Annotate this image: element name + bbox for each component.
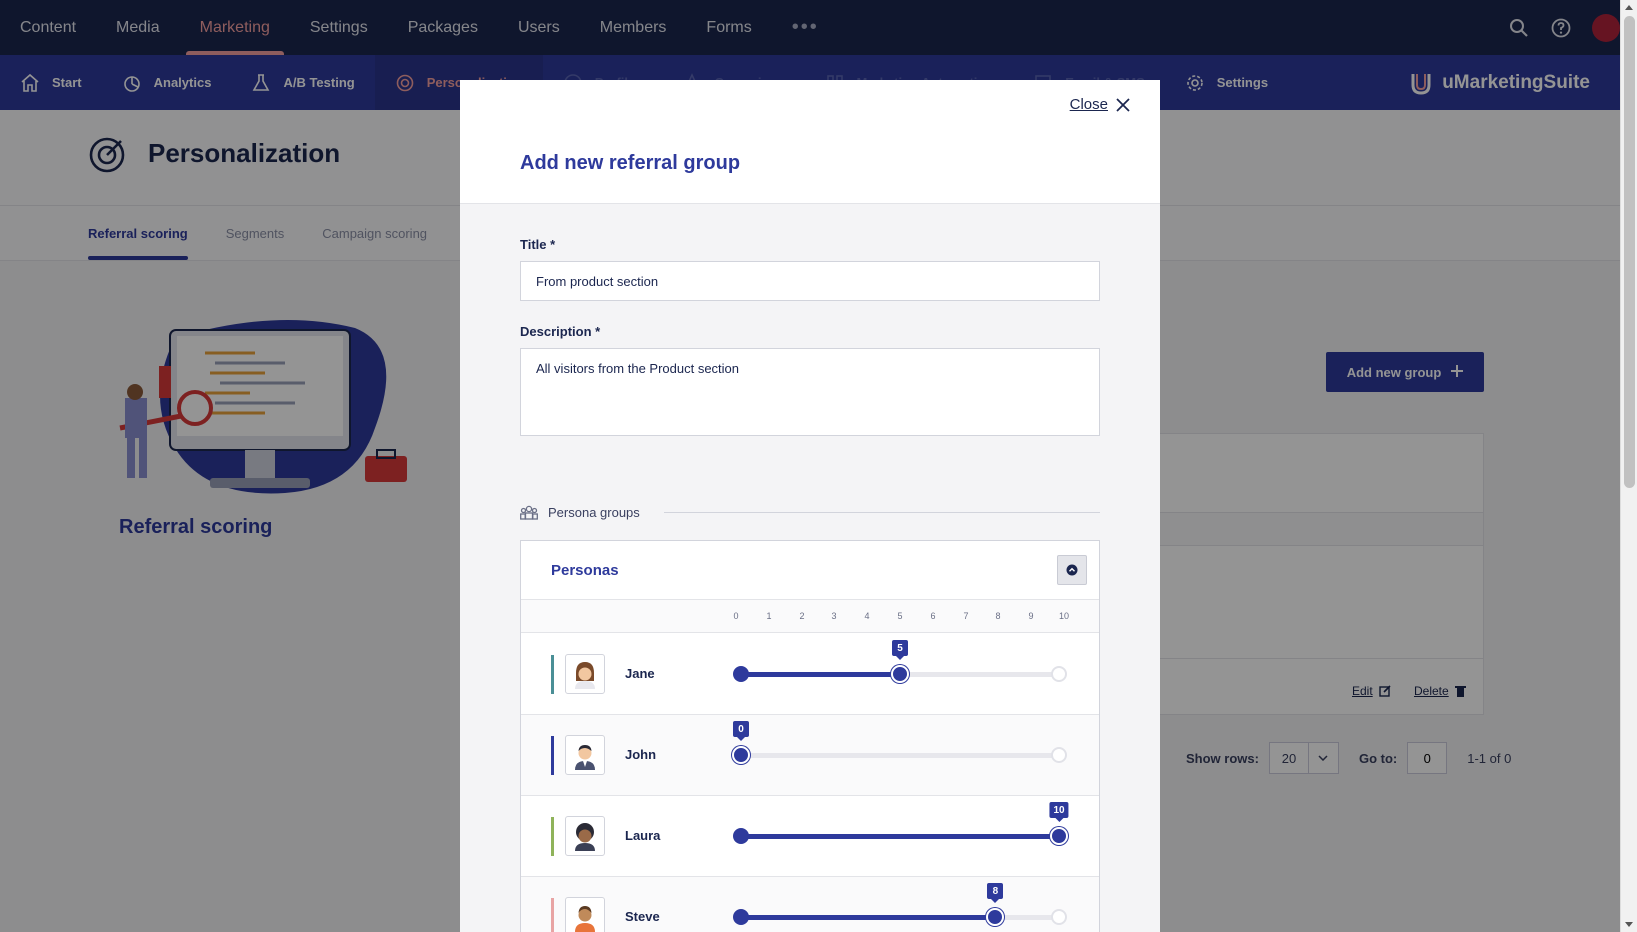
close-button[interactable]: Close: [1070, 96, 1130, 113]
slider-handle[interactable]: [732, 746, 750, 764]
persona-groups-label: Persona groups: [548, 504, 640, 520]
slider-end-dot: [1051, 909, 1067, 925]
persona-row-jane: Jane 5: [521, 634, 1099, 715]
divider: [663, 511, 1100, 513]
female-avatar-icon: [565, 816, 605, 856]
persona-color-bar: [551, 898, 554, 932]
modal-title: Add new referral group: [520, 152, 741, 174]
slider-handle[interactable]: [986, 908, 1005, 926]
slider-end-dot: [1051, 666, 1067, 682]
title-field[interactable]: [520, 261, 1100, 301]
slider-track: [741, 753, 1059, 758]
slider-value-tooltip: 10: [1049, 802, 1069, 822]
scale-tick-9: 9: [1028, 611, 1034, 621]
chevron-up-icon: [1066, 564, 1078, 576]
scale-tick-8: 8: [995, 611, 1001, 621]
persona-row-laura: Laura 10: [521, 796, 1099, 877]
people-group-icon: [520, 505, 538, 520]
scale-tick-0: 0: [733, 611, 739, 621]
persona-name: John: [625, 747, 657, 762]
persona-score-slider[interactable]: 5: [733, 640, 1067, 684]
description-field-label: Description *: [520, 324, 601, 339]
scale-tick-2: 2: [799, 611, 805, 621]
persona-row-steve: Steve 8: [521, 877, 1099, 932]
scale-tick-10: 10: [1058, 611, 1070, 621]
persona-color-bar: [551, 736, 554, 775]
close-label: Close: [1069, 96, 1108, 113]
persona-color-bar: [551, 655, 554, 694]
persona-name: Laura: [625, 828, 661, 843]
persona-score-slider[interactable]: 0: [732, 721, 1067, 765]
persona-groups-header: Persona groups: [520, 504, 1100, 520]
page-scrollbar[interactable]: [1620, 0, 1637, 932]
scale-tick-7: 7: [963, 611, 969, 621]
persona-name: Steve: [625, 909, 660, 924]
scale-tick-4: 4: [864, 611, 870, 621]
scroll-up-arrow-icon[interactable]: [1625, 5, 1633, 10]
scale-tick-1: 1: [766, 611, 772, 621]
male-avatar-icon: [565, 897, 605, 932]
scale-tick-6: 6: [930, 611, 936, 621]
slider-value-tooltip: 0: [733, 721, 749, 741]
score-scale: 0 1 2 3 4 5 6 7 8 9 10: [521, 599, 1099, 633]
slider-handle[interactable]: [891, 665, 909, 683]
slider-start-dot: [733, 828, 749, 844]
close-icon: [1116, 97, 1130, 112]
modal-header: Close Add new referral group: [460, 80, 1160, 204]
slider-start-dot: [733, 909, 749, 925]
slider-fill: [741, 834, 1059, 839]
persona-row-john: John 0: [521, 715, 1099, 796]
slider-fill: [741, 672, 900, 677]
persona-name: Jane: [625, 666, 655, 681]
description-field[interactable]: All visitors from the Product section: [520, 348, 1100, 436]
slider-value-tooltip: 5: [892, 640, 908, 660]
scrollbar-thumb[interactable]: [1624, 16, 1635, 488]
personas-panel: Personas 0 1 2 3 4 5 6 7 8 9 10 Jane 5 J…: [520, 540, 1100, 932]
scroll-down-arrow-icon[interactable]: [1625, 922, 1633, 927]
scale-tick-5: 5: [897, 611, 903, 621]
slider-value-tooltip: 8: [987, 883, 1004, 903]
add-referral-group-modal: Close Add new referral group Title * Des…: [460, 80, 1160, 932]
slider-fill: [741, 915, 996, 920]
scale-tick-3: 3: [831, 611, 837, 621]
female-avatar-icon: [565, 654, 605, 694]
slider-handle[interactable]: [1050, 827, 1068, 845]
male-avatar-icon: [565, 735, 605, 775]
persona-score-slider[interactable]: 8: [733, 883, 1067, 927]
persona-color-bar: [551, 817, 554, 856]
persona-score-slider[interactable]: 10: [733, 802, 1069, 846]
title-field-label: Title *: [520, 237, 556, 252]
slider-end-dot: [1051, 747, 1067, 763]
collapse-toggle-button[interactable]: [1057, 555, 1087, 585]
slider-start-dot: [733, 666, 749, 682]
personas-title: Personas: [551, 562, 619, 579]
